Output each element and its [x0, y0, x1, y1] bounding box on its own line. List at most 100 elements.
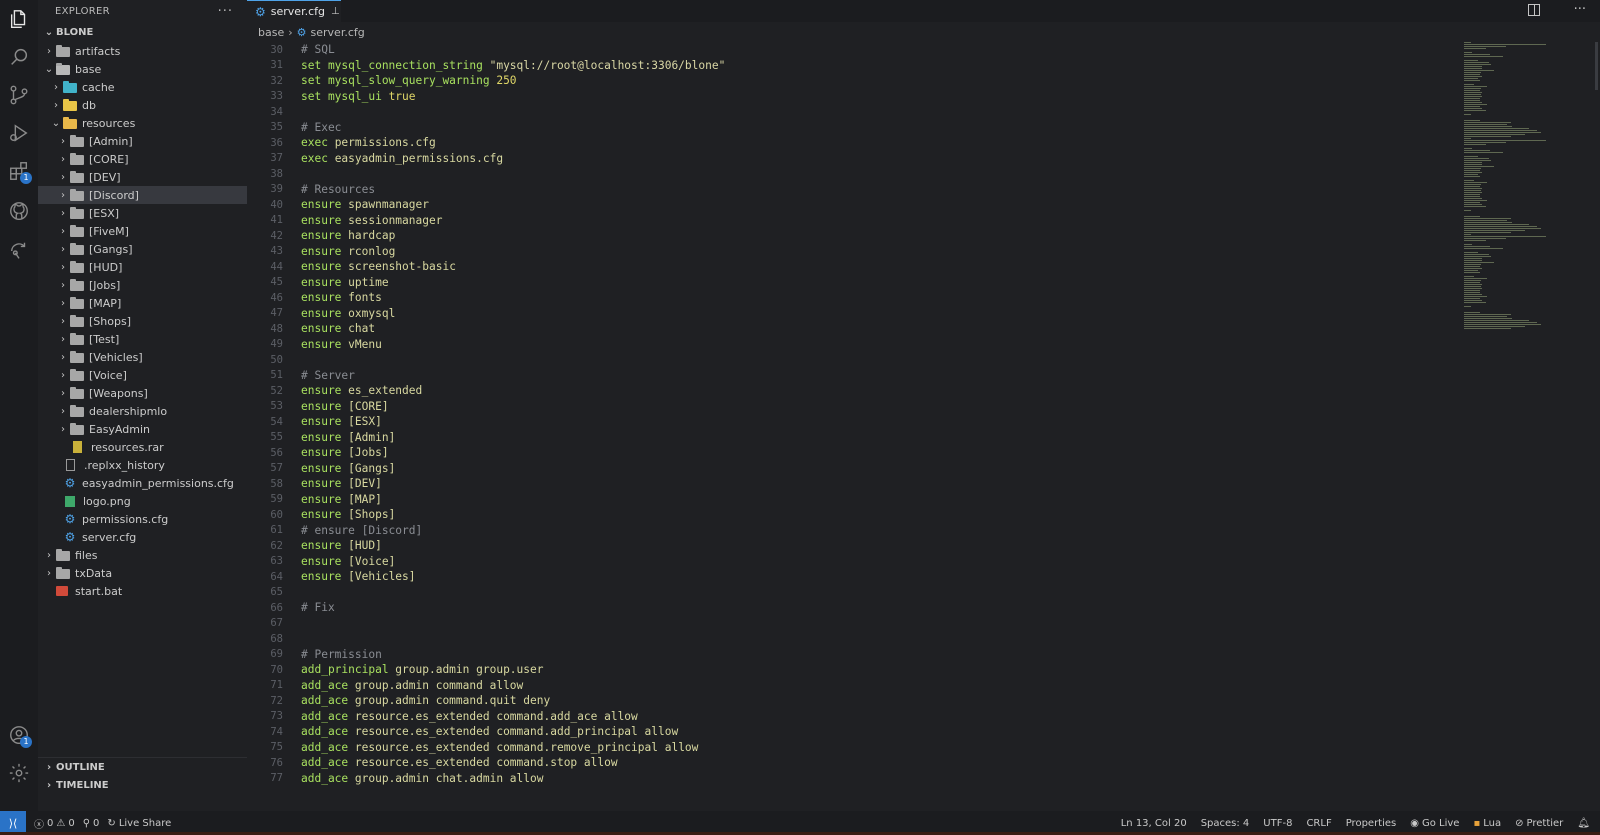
tree-item[interactable]: › files: [38, 546, 247, 564]
minimap[interactable]: [1464, 42, 1560, 329]
indentation[interactable]: Spaces: 4: [1201, 818, 1250, 829]
tree-item[interactable]: › [Admin]: [38, 132, 247, 150]
code-line[interactable]: 31 set mysql_connection_string "mysql://r…: [247, 58, 1447, 74]
cursor-position[interactable]: Ln 13, Col 20: [1121, 818, 1187, 829]
code-line[interactable]: 38: [247, 166, 1447, 182]
code-line[interactable]: 71 add_ace group.admin command allow: [247, 678, 1447, 694]
ports-indicator[interactable]: ⚲ 0: [83, 818, 100, 829]
tree-item[interactable]: › txData: [38, 564, 247, 582]
tree-item[interactable]: ⌄ base: [38, 60, 247, 78]
tree-item[interactable]: › dealershipmlo: [38, 402, 247, 420]
explorer-icon[interactable]: [0, 0, 38, 38]
tree-item[interactable]: › [FiveM]: [38, 222, 247, 240]
code-line[interactable]: 61 # ensure [Discord]: [247, 523, 1447, 539]
prettier-indicator[interactable]: ⊘ Prettier: [1515, 818, 1563, 829]
editor-more-actions-icon[interactable]: ···: [1574, 2, 1586, 17]
code-line[interactable]: 34: [247, 104, 1447, 120]
code-line[interactable]: 40 ensure spawnmanager: [247, 197, 1447, 213]
language-mode[interactable]: Properties: [1346, 818, 1397, 829]
tree-item[interactable]: › [HUD]: [38, 258, 247, 276]
code-line[interactable]: 41 ensure sessionmanager: [247, 213, 1447, 229]
code-line[interactable]: 48 ensure chat: [247, 321, 1447, 337]
source-control-icon[interactable]: [0, 76, 38, 114]
workspace-root[interactable]: ⌄ BLONE: [38, 22, 247, 42]
accounts-icon[interactable]: 1: [0, 716, 38, 754]
vertical-scrollbar[interactable]: [1595, 42, 1598, 90]
tree-item[interactable]: ⚙ easyadmin_permissions.cfg: [38, 474, 247, 492]
code-line[interactable]: 67: [247, 616, 1447, 632]
code-editor[interactable]: 30 # SQL 31 set mysql_connection_string "my…: [247, 42, 1447, 786]
code-line[interactable]: 45 ensure uptime: [247, 275, 1447, 291]
outline-section[interactable]: › OUTLINE: [38, 758, 247, 776]
tree-item[interactable]: › [Gangs]: [38, 240, 247, 258]
go-live-button[interactable]: ◉ Go Live: [1410, 818, 1459, 829]
end-of-line[interactable]: CRLF: [1306, 818, 1331, 829]
code-line[interactable]: 32 set mysql_slow_query_warning 250: [247, 73, 1447, 89]
tree-item[interactable]: › [Voice]: [38, 366, 247, 384]
tree-item[interactable]: › [ESX]: [38, 204, 247, 222]
code-line[interactable]: 74 add_ace resource.es_extended command.a…: [247, 724, 1447, 740]
notifications-bell-icon[interactable]: 🔔︎: [1577, 818, 1590, 829]
tree-item[interactable]: › artifacts: [38, 42, 247, 60]
pin-icon[interactable]: ⊥: [331, 6, 340, 17]
code-line[interactable]: 75 add_ace resource.es_extended command.r…: [247, 740, 1447, 756]
timeline-section[interactable]: › TIMELINE: [38, 776, 247, 794]
code-line[interactable]: 42 ensure hardcap: [247, 228, 1447, 244]
code-line[interactable]: 69 # Permission: [247, 647, 1447, 663]
code-line[interactable]: 33 set mysql_ui true: [247, 89, 1447, 105]
tree-item[interactable]: › [Vehicles]: [38, 348, 247, 366]
encoding[interactable]: UTF-8: [1263, 818, 1292, 829]
code-line[interactable]: 53 ensure [CORE]: [247, 399, 1447, 415]
code-line[interactable]: 49 ensure vMenu: [247, 337, 1447, 353]
tree-item[interactable]: › [Jobs]: [38, 276, 247, 294]
code-line[interactable]: 56 ensure [Jobs]: [247, 445, 1447, 461]
code-line[interactable]: 72 add_ace group.admin command.quit deny: [247, 693, 1447, 709]
code-line[interactable]: 37 exec easyadmin_permissions.cfg: [247, 151, 1447, 167]
tree-item[interactable]: .replxx_history: [38, 456, 247, 474]
code-line[interactable]: 58 ensure [DEV]: [247, 476, 1447, 492]
code-line[interactable]: 62 ensure [HUD]: [247, 538, 1447, 554]
code-line[interactable]: 47 ensure oxmysql: [247, 306, 1447, 322]
tree-item[interactable]: start.bat: [38, 582, 247, 600]
github-icon[interactable]: [0, 192, 38, 230]
tree-item[interactable]: › [Weapons]: [38, 384, 247, 402]
split-editor-icon[interactable]: [1528, 4, 1540, 16]
run-debug-icon[interactable]: [0, 114, 38, 152]
tree-item[interactable]: › db: [38, 96, 247, 114]
tree-item[interactable]: › [CORE]: [38, 150, 247, 168]
tree-item[interactable]: › [Shops]: [38, 312, 247, 330]
code-line[interactable]: 51 # Server: [247, 368, 1447, 384]
code-line[interactable]: 50: [247, 352, 1447, 368]
code-line[interactable]: 52 ensure es_extended: [247, 383, 1447, 399]
code-line[interactable]: 55 ensure [Admin]: [247, 430, 1447, 446]
tab-server-cfg[interactable]: ⚙ server.cfg ⊥: [247, 0, 341, 22]
code-line[interactable]: 66 # Fix: [247, 600, 1447, 616]
code-line[interactable]: 57 ensure [Gangs]: [247, 461, 1447, 477]
settings-gear-icon[interactable]: [0, 754, 38, 792]
tree-item[interactable]: › [Test]: [38, 330, 247, 348]
code-line[interactable]: 46 ensure fonts: [247, 290, 1447, 306]
code-line[interactable]: 60 ensure [Shops]: [247, 507, 1447, 523]
code-line[interactable]: 68: [247, 631, 1447, 647]
problems-indicator[interactable]: ⓧ 0 ⚠ 0: [34, 816, 75, 831]
code-line[interactable]: 35 # Exec: [247, 120, 1447, 136]
code-line[interactable]: 44 ensure screenshot-basic: [247, 259, 1447, 275]
tree-item[interactable]: ⚙ server.cfg: [38, 528, 247, 546]
code-line[interactable]: 43 ensure rconlog: [247, 244, 1447, 260]
explorer-more-actions-icon[interactable]: ···: [218, 4, 233, 19]
tree-item[interactable]: › [Discord]: [38, 186, 247, 204]
live-share-icon[interactable]: [0, 232, 38, 270]
tree-item[interactable]: › EasyAdmin: [38, 420, 247, 438]
tree-item[interactable]: ⚙ permissions.cfg: [38, 510, 247, 528]
code-line[interactable]: 30 # SQL: [247, 42, 1447, 58]
code-line[interactable]: 77 add_ace group.admin chat.admin allow: [247, 771, 1447, 787]
code-line[interactable]: 65: [247, 585, 1447, 601]
code-line[interactable]: 76 add_ace resource.es_extended command.s…: [247, 755, 1447, 771]
tree-item[interactable]: › [DEV]: [38, 168, 247, 186]
live-share-button[interactable]: ↻ Live Share: [107, 818, 171, 829]
code-line[interactable]: 63 ensure [Voice]: [247, 554, 1447, 570]
tree-item[interactable]: resources.rar: [38, 438, 247, 456]
tree-item[interactable]: ⌄ resources: [38, 114, 247, 132]
extensions-icon[interactable]: 1: [0, 152, 38, 190]
lua-indicator[interactable]: ▪ Lua: [1473, 818, 1501, 829]
